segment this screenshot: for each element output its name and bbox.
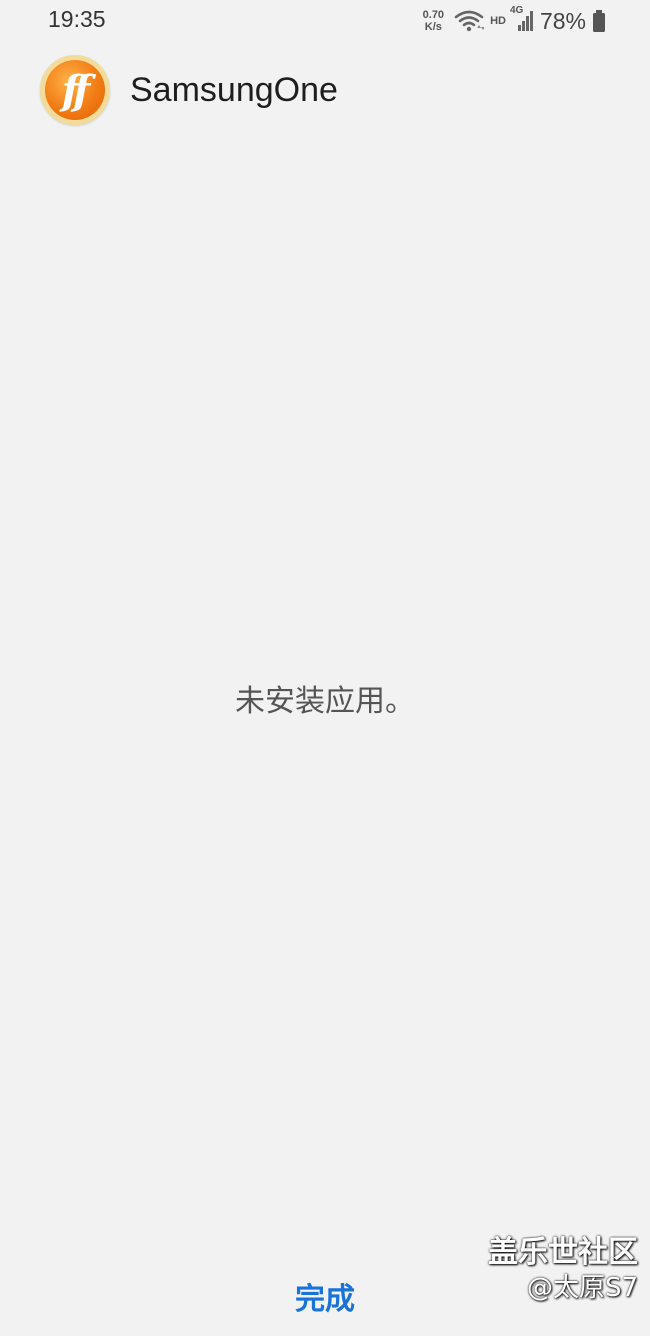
battery-percent: 78% [539, 7, 586, 34]
app-not-installed-message: 未安装应用。 [235, 684, 415, 719]
network-speed-value: 0.70 [422, 9, 445, 21]
screen: 19:35 0.70 K/s HD 4G 78% ff SamsungOne 未… [0, 0, 650, 1336]
status-indicators: 0.70 K/s HD 4G 78% [423, 5, 606, 36]
hd-badge: HD [490, 15, 506, 27]
signal-icon: 4G [510, 5, 534, 33]
network-speed-unit: K/s [424, 21, 442, 33]
done-button[interactable]: 完成 [225, 1266, 425, 1326]
app-icon: ff [40, 55, 110, 125]
wifi-icon [454, 9, 485, 33]
network-type-label: 4G [509, 5, 524, 16]
battery-icon [592, 9, 606, 33]
watermark-author: @太原S7 [526, 1272, 638, 1303]
watermark-community: 盖乐世社区 [488, 1235, 638, 1270]
status-bar: 19:35 0.70 K/s HD 4G 78% [0, 0, 650, 44]
app-name: SamsungOne [130, 70, 338, 109]
app-icon-logo: ff [45, 60, 105, 120]
status-time: 19:35 [48, 6, 106, 32]
app-header: ff SamsungOne [40, 54, 338, 126]
watermark: 盖乐世社区 @太原S7 [488, 1234, 638, 1304]
network-speed: 0.70 K/s [423, 9, 444, 33]
